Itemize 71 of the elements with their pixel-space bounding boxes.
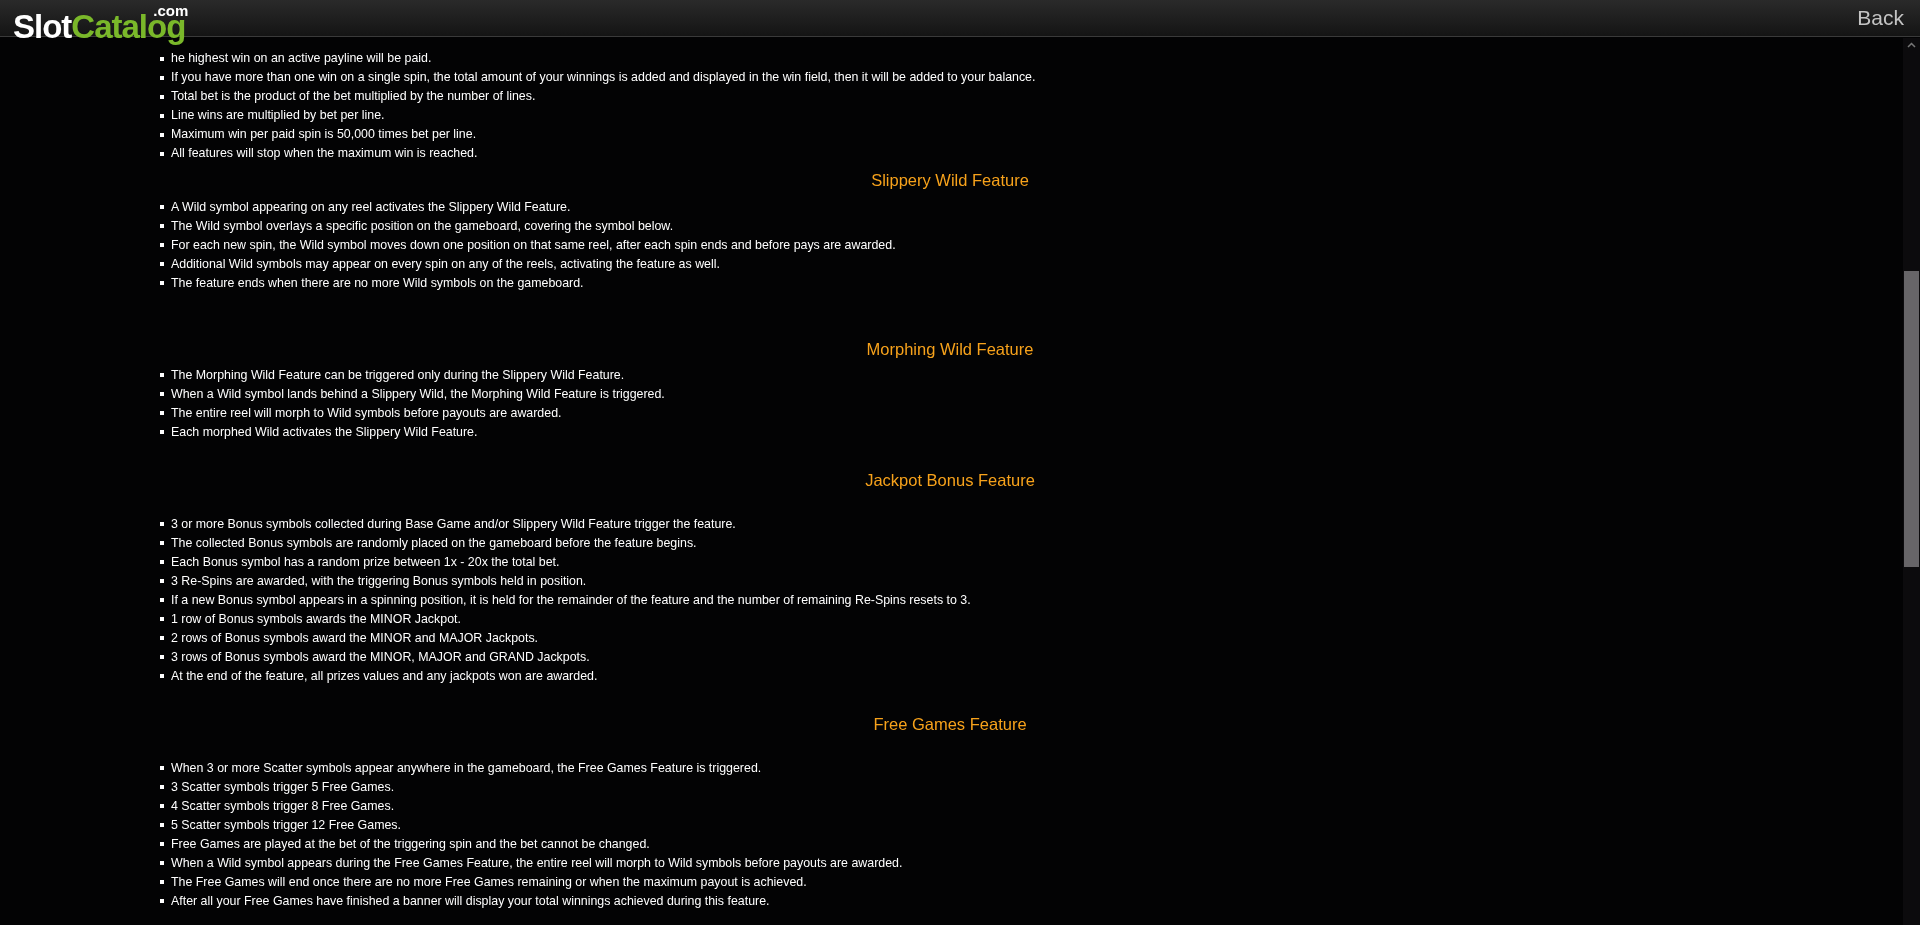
rule-text: A Wild symbol appearing on any reel activates the Slippery Wild Feature. [171, 198, 571, 216]
bullet-icon [160, 281, 164, 285]
bullet-icon [160, 373, 164, 377]
rule-text: 3 rows of Bonus symbols award the MINOR, MAJOR and GRAND Jackpots. [171, 648, 590, 666]
bullet-icon [160, 861, 164, 865]
rule-text: The entire reel will morph to Wild symbols before payouts are awarded. [171, 404, 562, 422]
back-link[interactable]: Back [1857, 5, 1904, 31]
rule-text: The Free Games will end once there are no more Free Games remaining or when the maximum payout is achieved. [171, 873, 807, 891]
bullet-icon [160, 411, 164, 415]
section-heading: Free Games Feature [872, 714, 1028, 735]
bullet-icon [160, 899, 164, 903]
rule-text: Total bet is the product of the bet multiplied by the number of lines. [171, 88, 536, 105]
section-heading: Morphing Wild Feature [865, 339, 1035, 360]
bullet-icon [160, 541, 164, 545]
bullet-icon [160, 224, 164, 228]
rule-text: When 3 or more Scatter symbols appear anywhere in the gameboard, the Free Games Feature is triggered. [171, 759, 762, 777]
rule-text: Each morphed Wild activates the Slippery Wild Feature. [171, 423, 478, 441]
bullet-icon [160, 132, 164, 137]
rule-text: After all your Free Games have finished a banner will display your total winnings achieved during this feature. [171, 892, 770, 910]
bullet-icon [160, 804, 164, 808]
rule-text: The feature ends when there are no more Wild symbols on the gameboard. [171, 274, 584, 292]
bullet-icon [160, 842, 164, 846]
bullet-icon [160, 655, 164, 659]
section-heading: Jackpot Bonus Feature [864, 470, 1036, 491]
bullet-icon [160, 151, 164, 156]
rule-text: 4 Scatter symbols trigger 8 Free Games. [171, 797, 395, 815]
bullet-icon [160, 617, 164, 621]
rule-text: Maximum win per paid spin is 50,000 times bet per line. [171, 126, 477, 143]
bullet-icon [160, 430, 164, 434]
bullet-icon [160, 56, 164, 61]
rule-text: he highest win on an active payline will be paid. [171, 50, 432, 67]
rule-text: If you have more than one win on a single spin, the total amount of your winnings is added and displayed in the win field, then it will be added to your balance. [171, 69, 1036, 86]
bullet-icon [160, 579, 164, 583]
bullet-icon [160, 823, 164, 827]
scroll-up-icon[interactable] [1907, 42, 1916, 48]
bullet-icon [160, 766, 164, 770]
rule-text: When a Wild symbol lands behind a Slippery Wild, the Morphing Wild Feature is triggered. [171, 385, 665, 403]
rule-text: Additional Wild symbols may appear on every spin on any of the reels, activating the feature as well. [171, 255, 720, 273]
rule-text: 3 or more Bonus symbols collected during Base Game and/or Slippery Wild Feature trigger the feature. [171, 515, 736, 533]
bullet-icon [160, 113, 164, 118]
rule-text: The collected Bonus symbols are randomly placed on the gameboard before the feature begins. [171, 534, 697, 552]
bullet-icon [160, 674, 164, 678]
rule-text: The Wild symbol overlays a specific position on the gameboard, covering the symbol below. [171, 217, 674, 235]
bullet-icon [160, 262, 164, 266]
rule-text: At the end of the feature, all prizes values and any jackpots won are awarded. [171, 667, 598, 685]
rule-text: 1 row of Bonus symbols awards the MINOR Jackpot. [171, 610, 461, 628]
rule-text: 5 Scatter symbols trigger 12 Free Games. [171, 816, 401, 834]
bullet-icon [160, 636, 164, 640]
rule-text: Each Bonus symbol has a random prize between 1x - 20x the total bet. [171, 553, 560, 571]
bullet-icon [160, 205, 164, 209]
bullet-icon [160, 75, 164, 80]
bullet-icon [160, 880, 164, 884]
bullet-icon [160, 522, 164, 526]
bullet-icon [160, 94, 164, 99]
bullet-icon [160, 785, 164, 789]
rule-text: 3 Re-Spins are awarded, with the triggering Bonus symbols held in position. [171, 572, 587, 590]
bullet-icon [160, 243, 164, 247]
scrollbar-thumb[interactable] [1904, 271, 1919, 567]
rule-text: When a Wild symbol appears during the Free Games Feature, the entire reel will morph to Wild symbols before payouts are awarded. [171, 854, 903, 872]
rule-text: Line wins are multiplied by bet per line. [171, 107, 385, 124]
bullet-icon [160, 560, 164, 564]
rule-text: Free Games are played at the bet of the triggering spin and the bet cannot be changed. [171, 835, 650, 853]
bullet-icon [160, 392, 164, 396]
bullet-icon [160, 598, 164, 602]
rule-text: The Morphing Wild Feature can be triggered only during the Slippery Wild Feature. [171, 366, 625, 384]
rule-text: 2 rows of Bonus symbols award the MINOR and MAJOR Jackpots. [171, 629, 539, 647]
rule-text: 3 Scatter symbols trigger 5 Free Games. [171, 778, 395, 796]
section-heading: Slippery Wild Feature [870, 170, 1030, 191]
rule-text: For each new spin, the Wild symbol moves down one position on that same reel, after each spin ends and before pays are awarded. [171, 236, 896, 254]
rule-text: All features will stop when the maximum win is reached. [171, 145, 478, 162]
rule-text: If a new Bonus symbol appears in a spinning position, it is held for the remainder of the feature and the number of remaining Re-Spins resets to 3. [171, 591, 971, 609]
